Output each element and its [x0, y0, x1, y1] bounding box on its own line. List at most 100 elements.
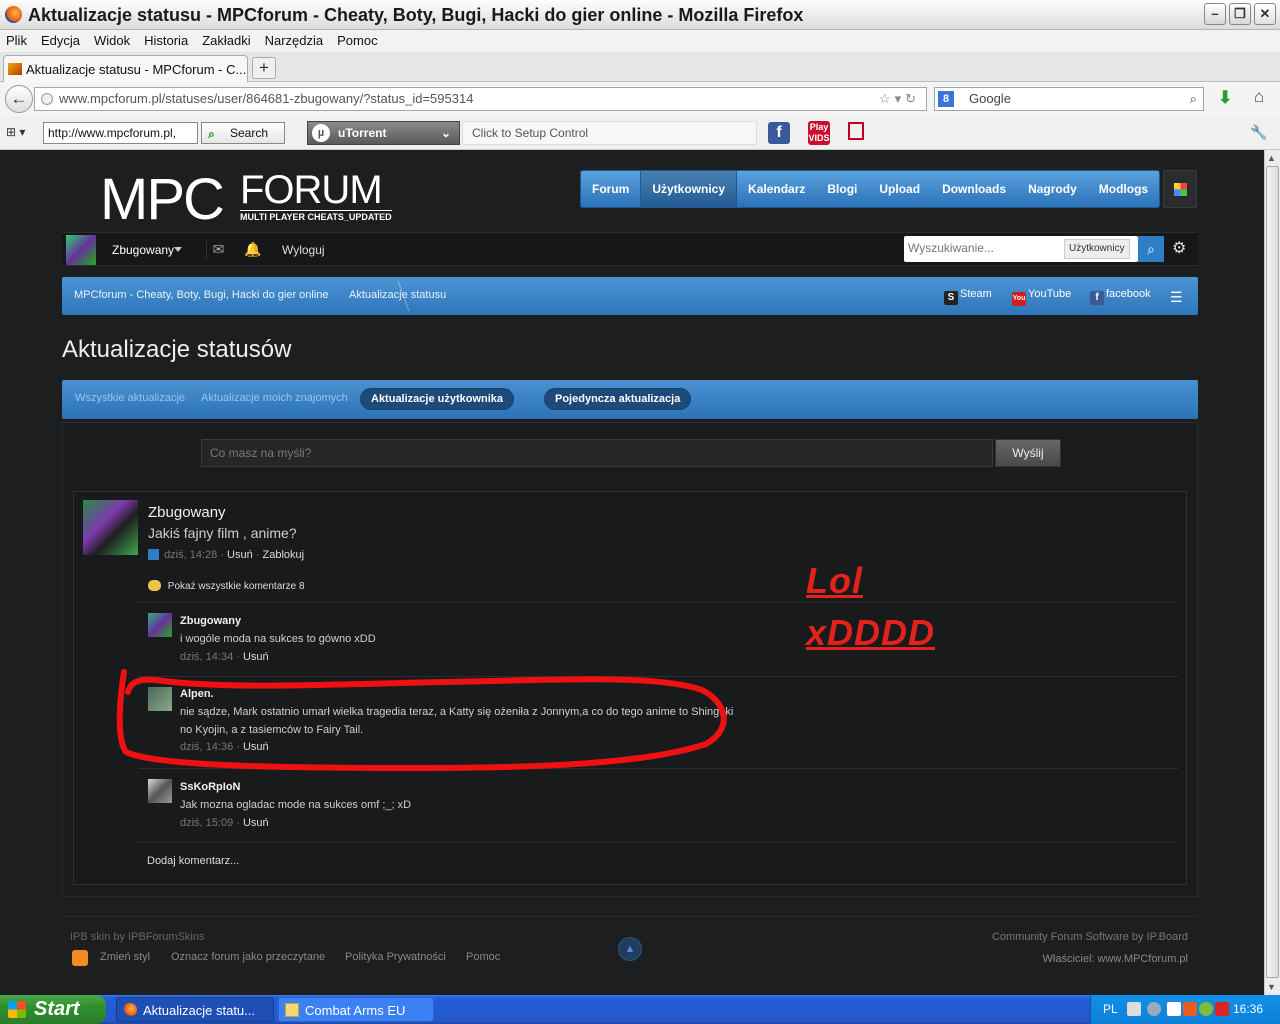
taskbar-folder[interactable]: Combat Arms EU [278, 997, 434, 1022]
search-icon[interactable]: ⌕ [1190, 88, 1197, 110]
network-icon[interactable] [1167, 1002, 1181, 1016]
menu-pomoc[interactable]: Pomoc [337, 30, 377, 52]
gear-icon[interactable]: ⚙ [1172, 238, 1186, 258]
footer-help[interactable]: Pomoc [466, 951, 500, 963]
play-vids-icon[interactable]: Play VIDS [808, 121, 830, 145]
tray-app-icon[interactable] [1183, 1002, 1197, 1016]
utorrent-button[interactable]: µ uTorrent ⌄ [307, 121, 460, 145]
close-button[interactable]: ✕ [1254, 3, 1276, 25]
avatar[interactable] [83, 500, 138, 555]
list-menu-icon[interactable]: ☰ [1170, 289, 1183, 306]
comment-author[interactable]: Alpen. [180, 688, 214, 700]
avatar[interactable] [148, 613, 172, 637]
nav-upload[interactable]: Upload [868, 171, 931, 207]
comment-delete-link[interactable]: Usuń [243, 817, 269, 829]
footer-change-style[interactable]: Zmień styl [100, 951, 150, 963]
site-search-button[interactable]: ⌕ [1138, 236, 1164, 262]
avatar[interactable] [66, 235, 96, 265]
download-icon[interactable]: ⬇ [1218, 88, 1232, 108]
site-logo[interactable]: MPC FORUM MULTI PLAYER CHEATS_UPDATED [100, 166, 392, 233]
status-block-link[interactable]: Zablokuj [263, 549, 305, 561]
rss-icon[interactable] [72, 950, 88, 966]
scroll-down-icon[interactable]: ▼ [1267, 982, 1276, 992]
checkbox-icon[interactable] [148, 549, 159, 560]
nav-kalendarz[interactable]: Kalendarz [737, 171, 816, 207]
bell-icon[interactable]: 🔔 [244, 241, 261, 258]
setup-control[interactable]: Click to Setup Control [462, 121, 757, 145]
apps-grid-button[interactable] [1163, 170, 1197, 208]
nav-forum[interactable]: Forum [581, 171, 640, 207]
toolbar-add-icon[interactable]: ⊞ ▾ [6, 125, 25, 139]
menu-historia[interactable]: Historia [144, 30, 188, 52]
nav-blogi[interactable]: Blogi [816, 171, 868, 207]
chevron-down-icon[interactable] [174, 247, 182, 252]
footer-mark-read[interactable]: Oznacz forum jako przeczytane [171, 951, 325, 963]
language-indicator[interactable]: PL [1103, 1002, 1118, 1016]
nav-uzytkownicy[interactable]: Użytkownicy [640, 171, 738, 207]
utorrent-tray-icon[interactable] [1199, 1002, 1213, 1016]
avatar[interactable] [148, 779, 172, 803]
scroll-up-icon[interactable]: ▲ [1267, 153, 1276, 163]
footer-skin-credit[interactable]: IPB skin by IPBForumSkins [70, 931, 205, 943]
search-scope-select[interactable]: Użytkownicy [1064, 239, 1130, 259]
status-author[interactable]: Zbugowany [148, 504, 226, 521]
back-to-top-icon[interactable]: ▲ [618, 937, 642, 961]
avatar[interactable] [148, 687, 172, 711]
menu-narzedzia[interactable]: Narzędzia [265, 30, 324, 52]
new-tab-button[interactable]: + [252, 57, 276, 79]
antivirus-tray-icon[interactable] [1215, 1002, 1229, 1016]
comment-delete-link[interactable]: Usuń [243, 741, 269, 753]
footer-privacy[interactable]: Polityka Prywatności [345, 951, 446, 963]
gift-icon[interactable] [848, 122, 864, 140]
status-delete-link[interactable]: Usuń [227, 549, 253, 561]
google-icon[interactable]: 8 [938, 91, 954, 107]
send-button[interactable]: Wyślij [995, 439, 1061, 467]
logo-tagline: MULTI PLAYER CHEATS_UPDATED [240, 210, 392, 222]
keyboard-icon[interactable] [1127, 1002, 1141, 1016]
maximize-button[interactable]: ❐ [1229, 3, 1251, 25]
menu-widok[interactable]: Widok [94, 30, 130, 52]
facebook-icon[interactable]: f [768, 122, 790, 144]
home-icon[interactable]: ⌂ [1254, 87, 1264, 107]
nav-modlogs[interactable]: Modlogs [1088, 171, 1159, 207]
status-composer-input[interactable]: Co masz na myśli? [201, 439, 993, 467]
youtube-link[interactable]: You YouTube [1012, 288, 1071, 306]
tab-friends-updates[interactable]: Aktualizacje moich znajomych [201, 392, 348, 404]
tray-expand-icon[interactable] [1147, 1002, 1161, 1016]
breadcrumb-current[interactable]: Aktualizacje statusu [349, 289, 446, 301]
menu-zakladki[interactable]: Zakładki [202, 30, 250, 52]
menu-plik[interactable]: Plik [6, 30, 27, 52]
comment-author[interactable]: Zbugowany [180, 615, 241, 627]
tab-single-update[interactable]: Pojedyncza aktualizacja [544, 388, 692, 410]
bookmark-star-icon[interactable]: ☆▾↻ [879, 88, 920, 110]
breadcrumb-home[interactable]: MPCforum - Cheaty, Boty, Bugi, Hacki do … [74, 289, 329, 301]
comment-delete-link[interactable]: Usuń [243, 651, 269, 663]
scrollbar-thumb[interactable] [1266, 166, 1279, 978]
search-engine-box[interactable]: 8 Google ⌕ [934, 87, 1204, 111]
browser-tab[interactable]: Aktualizacje statusu - MPCforum - C... [3, 55, 248, 82]
url-bar[interactable]: www.mpcforum.pl/statuses/user/864681-zbu… [34, 87, 927, 111]
tab-user-updates[interactable]: Aktualizacje użytkownika [360, 388, 515, 410]
tab-all-updates[interactable]: Wszystkie aktualizacje [75, 392, 185, 404]
page-scrollbar[interactable]: ▲ ▼ [1264, 150, 1280, 995]
nav-downloads[interactable]: Downloads [931, 171, 1017, 207]
user-menu-name[interactable]: Zbugowany [112, 243, 174, 257]
comment-author[interactable]: SsKoRpIoN [180, 781, 241, 793]
footer-software-credit[interactable]: Community Forum Software by IP.Board [992, 931, 1188, 943]
minimize-button[interactable]: – [1204, 3, 1226, 25]
back-button[interactable]: ← [5, 85, 33, 113]
add-comment-link[interactable]: Dodaj komentarz... [147, 855, 239, 867]
wrench-icon[interactable]: 🔧 [1250, 124, 1267, 141]
taskbar-firefox[interactable]: Aktualizacje statu... [116, 997, 274, 1022]
menu-edycja[interactable]: Edycja [41, 30, 80, 52]
toolbar-url-field[interactable]: http://www.mpcforum.pl, [43, 122, 198, 144]
start-button[interactable]: Start [0, 995, 106, 1024]
show-all-comments[interactable]: Pokaż wszystkie komentarze 8 [148, 580, 305, 592]
mail-icon[interactable]: ✉ [206, 241, 226, 259]
site-search-input[interactable]: Wyszukiwanie... Użytkownicy [904, 236, 1138, 262]
logout-link[interactable]: Wyloguj [282, 243, 325, 257]
nav-nagrody[interactable]: Nagrody [1017, 171, 1088, 207]
facebook-link[interactable]: f facebook [1090, 288, 1151, 305]
toolbar-search-button[interactable]: ⌕ Search [201, 122, 285, 144]
steam-link[interactable]: S Steam [944, 288, 992, 305]
